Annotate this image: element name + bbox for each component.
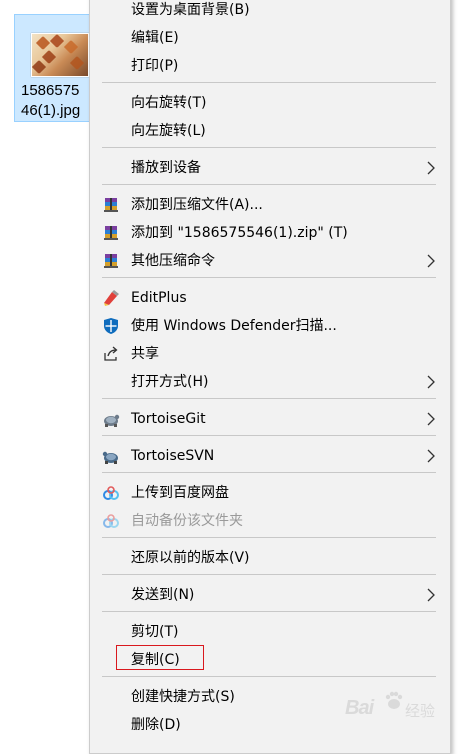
menu-separator	[102, 676, 436, 677]
menu-item-other-compress[interactable]: 其他压缩命令	[90, 247, 450, 275]
menu-separator	[102, 611, 436, 612]
menu-item-open-with[interactable]: 打开方式(H)	[90, 368, 450, 396]
tortoisesvn-icon	[102, 451, 118, 464]
chevron-right-icon	[427, 449, 435, 463]
menu-item-cast-to-device[interactable]: 播放到设备	[90, 154, 450, 182]
baidu-netdisk-icon	[103, 514, 119, 528]
menu-item-print[interactable]: 打印(P)	[90, 52, 450, 80]
menu-item-rotate-left[interactable]: 向左旋转(L)	[90, 117, 450, 145]
menu-separator	[102, 574, 436, 575]
menu-separator	[102, 472, 436, 473]
menu-item-tortoisegit[interactable]: TortoiseGit	[90, 405, 450, 433]
menu-item-cut[interactable]: 剪切(T)	[90, 618, 450, 646]
menu-separator	[102, 184, 436, 185]
menu-separator	[102, 82, 436, 83]
winrar-archive-icon	[104, 198, 118, 212]
copy-highlight-annotation	[116, 645, 204, 670]
windows-defender-shield-icon	[104, 318, 118, 334]
paw-icon	[385, 691, 403, 709]
editplus-icon	[104, 290, 119, 306]
menu-item-editplus[interactable]: EditPlus	[90, 284, 450, 312]
chevron-right-icon	[427, 412, 435, 426]
chevron-right-icon	[427, 254, 435, 268]
menu-item-tortoisesvn[interactable]: TortoiseSVN	[90, 442, 450, 470]
chevron-right-icon	[427, 375, 435, 389]
menu-item-defender-scan[interactable]: 使用 Windows Defender扫描...	[90, 312, 450, 340]
menu-separator	[102, 398, 436, 399]
context-menu: 设置为桌面背景(B) 编辑(E) 打印(P) 向右旋转(T) 向左旋转(L) 播…	[89, 0, 451, 754]
menu-item-rotate-right[interactable]: 向右旋转(T)	[90, 89, 450, 117]
chevron-right-icon	[427, 161, 435, 175]
winrar-archive-icon	[104, 226, 118, 240]
menu-item-baidu-auto-backup: 自动备份该文件夹	[90, 507, 450, 535]
menu-item-set-wallpaper[interactable]: 设置为桌面背景(B)	[90, 0, 450, 24]
menu-item-baidu-upload[interactable]: 上传到百度网盘	[90, 479, 450, 507]
menu-separator	[102, 277, 436, 278]
baidu-jingyan-watermark: Bai 经验	[343, 685, 443, 725]
menu-separator	[102, 435, 436, 436]
file-icon-selected[interactable]: 1586575 46(1).jpg	[14, 14, 96, 122]
desktop: 1586575 46(1).jpg 设置为桌面背景(B) 编辑(E) 打印(P)…	[0, 0, 463, 754]
menu-item-add-to-archive[interactable]: 添加到压缩文件(A)...	[90, 191, 450, 219]
menu-item-add-to-zip[interactable]: 添加到 "1586575546(1).zip" (T)	[90, 219, 450, 247]
menu-separator	[102, 537, 436, 538]
menu-item-restore-previous[interactable]: 还原以前的版本(V)	[90, 544, 450, 572]
image-thumbnail	[31, 33, 89, 77]
tortoisegit-icon	[104, 414, 120, 427]
baidu-netdisk-icon	[103, 486, 119, 500]
menu-item-edit[interactable]: 编辑(E)	[90, 24, 450, 52]
menu-item-share[interactable]: 共享	[90, 340, 450, 368]
menu-item-send-to[interactable]: 发送到(N)	[90, 581, 450, 609]
share-icon	[104, 346, 118, 361]
chevron-right-icon	[427, 588, 435, 602]
menu-separator	[102, 147, 436, 148]
winrar-archive-icon	[104, 254, 118, 268]
